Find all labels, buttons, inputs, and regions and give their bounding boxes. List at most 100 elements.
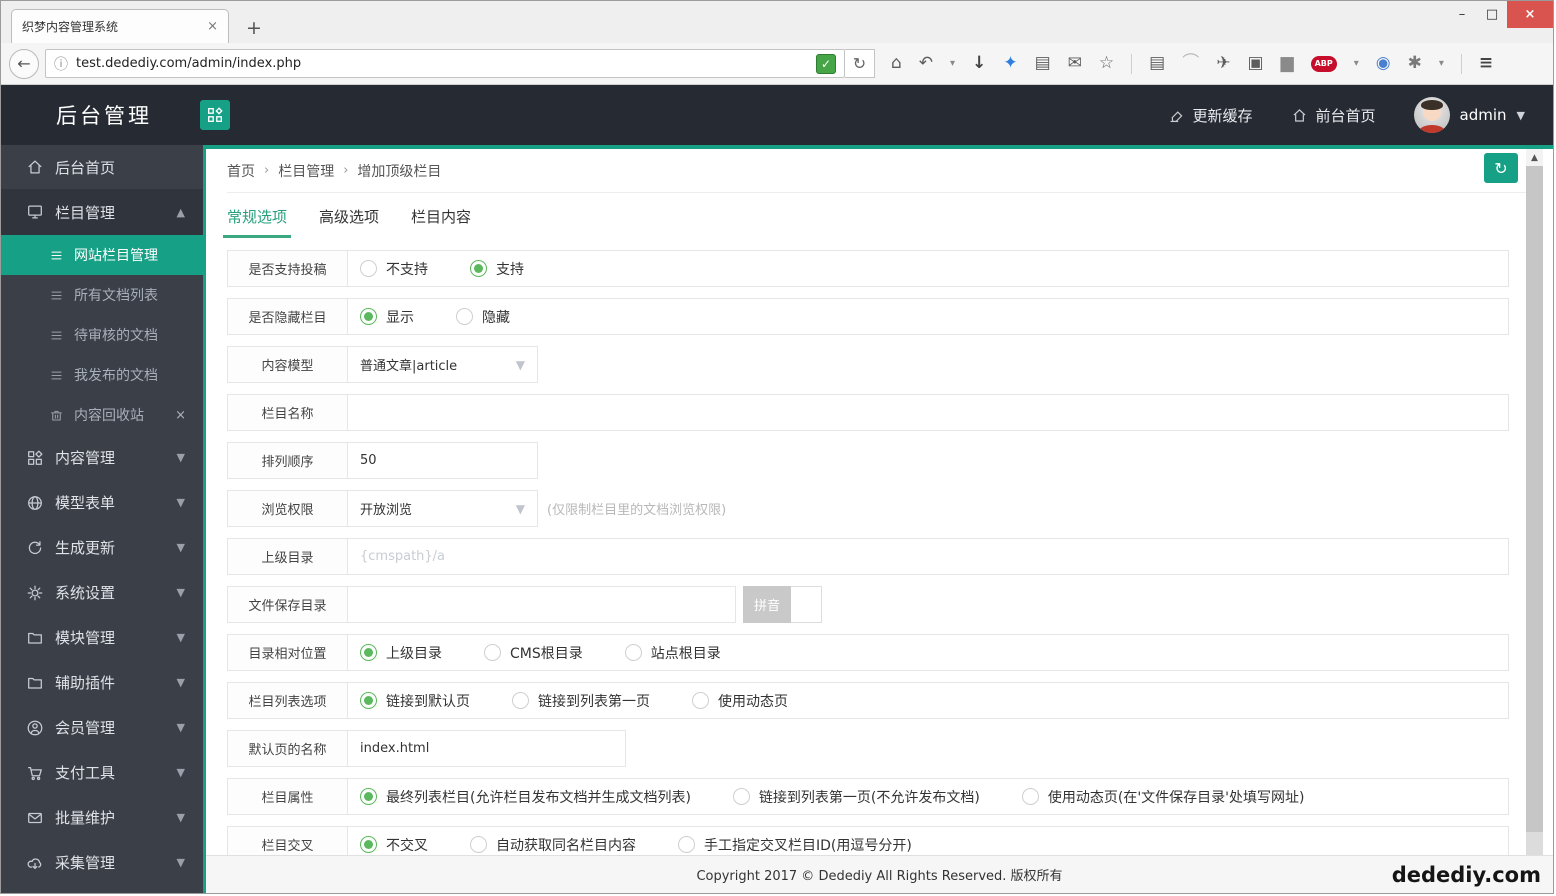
plugin-icon[interactable]: ✱ (1408, 55, 1422, 72)
radio-option[interactable]: 显示 (360, 307, 414, 327)
back-button[interactable]: ← (9, 49, 39, 79)
shield-icon[interactable]: ✓ (816, 54, 836, 74)
radio-icon[interactable] (733, 788, 750, 805)
folder-icon[interactable]: ▆ (1281, 55, 1294, 72)
overflow-caret-icon[interactable]: ▾ (1439, 59, 1444, 69)
clipboard-icon[interactable]: ▤ (1149, 55, 1165, 72)
radio-option[interactable]: 使用动态页(在'文件保存目录'处填写网址) (1022, 787, 1305, 807)
radio-option[interactable]: 链接到默认页 (360, 691, 470, 711)
front-home-button[interactable]: 前台首页 (1291, 105, 1376, 126)
tab-column-content[interactable]: 栏目内容 (411, 193, 471, 240)
select-content-model[interactable]: 普通文章|article▼ (360, 355, 525, 374)
radio-icon[interactable] (625, 644, 642, 661)
input-sort-order[interactable]: 50 (348, 443, 537, 478)
thunderbird-icon[interactable]: ✦ (1003, 55, 1017, 72)
radio-checked-icon[interactable] (470, 260, 487, 277)
select-view-permission[interactable]: 开放浏览▼ (360, 499, 525, 518)
undo-icon[interactable]: ↶ (919, 55, 933, 72)
update-cache-button[interactable]: 更新缓存 (1168, 105, 1253, 126)
sidebar-item-all-documents[interactable]: 所有文档列表 (1, 275, 203, 315)
radio-icon[interactable] (692, 692, 709, 709)
rss-icon[interactable]: ⌒ (1182, 55, 1199, 72)
radio-option[interactable]: 隐藏 (456, 307, 510, 327)
radio-option[interactable]: 链接到列表第一页 (512, 691, 650, 711)
bookmark-star-icon[interactable]: ☆ (1099, 55, 1114, 72)
radio-option[interactable]: 链接到列表第一页(不允许发布文档) (733, 787, 980, 807)
radio-checked-icon[interactable] (360, 308, 377, 325)
reader-icon[interactable]: ▤ (1035, 55, 1051, 72)
input-column-name[interactable] (348, 395, 1508, 430)
menu-icon[interactable]: ≡ (1479, 55, 1493, 72)
download-icon[interactable]: ↓ (972, 55, 986, 72)
sidebar-item-member-manage[interactable]: 会员管理▼ (1, 705, 203, 750)
scrollbar-thumb[interactable] (1526, 166, 1543, 832)
radio-icon[interactable] (484, 644, 501, 661)
mail-icon[interactable]: ✉ (1068, 55, 1082, 72)
info-icon[interactable]: ⓘ (54, 54, 68, 74)
sidebar-item-helper-plugins[interactable]: 辅助插件▼ (1, 660, 203, 705)
radio-icon[interactable] (512, 692, 529, 709)
radio-checked-icon[interactable] (360, 692, 377, 709)
breadcrumb-item[interactable]: 栏目管理 (278, 161, 334, 181)
refresh-button[interactable]: ↻ (1484, 153, 1518, 183)
radio-option[interactable]: 站点根目录 (625, 643, 721, 663)
browser-tab[interactable]: 织梦内容管理系统 × (11, 9, 229, 43)
radio-option[interactable]: 最终列表栏目(允许栏目发布文档并生成文档列表) (360, 787, 691, 807)
sidebar-item-batch-maintain[interactable]: 批量维护▼ (1, 795, 203, 840)
sidebar-item-recycle-bin[interactable]: 内容回收站× (1, 395, 203, 435)
input-save-dir[interactable] (348, 587, 735, 622)
window-icon[interactable]: ▣ (1247, 55, 1263, 72)
radio-option[interactable]: 自动获取同名栏目内容 (470, 835, 636, 855)
radio-option[interactable]: CMS根目录 (484, 643, 583, 663)
apps-grid-button[interactable] (200, 100, 230, 130)
radio-icon[interactable] (1022, 788, 1039, 805)
sidebar-item-model-form[interactable]: 模型表单▼ (1, 480, 203, 525)
maximize-button[interactable]: □ (1477, 1, 1507, 28)
adblock-caret-icon[interactable]: ▾ (1354, 59, 1359, 69)
close-button[interactable]: × (1507, 1, 1553, 28)
scrollbar[interactable]: ▲ (1526, 149, 1543, 855)
radio-option[interactable]: 手工指定交叉栏目ID(用逗号分开) (678, 835, 912, 855)
sidebar-item-payment-tools[interactable]: 支付工具▼ (1, 750, 203, 795)
radio-icon[interactable] (470, 836, 487, 853)
undo-menu-caret-icon[interactable]: ▾ (950, 59, 955, 69)
radio-checked-icon[interactable] (360, 644, 377, 661)
scrollbar-up-arrow[interactable]: ▲ (1526, 149, 1543, 166)
radio-checked-icon[interactable] (360, 836, 377, 853)
tab-general[interactable]: 常规选项 (227, 193, 287, 240)
user-menu[interactable]: admin ▼ (1414, 97, 1525, 133)
radio-icon[interactable] (360, 260, 377, 277)
home-icon[interactable]: ⌂ (891, 55, 902, 72)
sidebar-item-collect-manage[interactable]: 采集管理▼ (1, 840, 203, 885)
breadcrumb-item[interactable]: 首页 (227, 161, 255, 181)
sidebar-item-my-documents[interactable]: 我发布的文档 (1, 355, 203, 395)
radio-checked-icon[interactable] (360, 788, 377, 805)
radio-icon[interactable] (456, 308, 473, 325)
input-default-page-name[interactable]: index.html (348, 731, 625, 766)
url-bar[interactable]: ⓘ test.dedediy.com/admin/index.php ✓ (45, 49, 845, 78)
radio-option[interactable]: 使用动态页 (692, 691, 788, 711)
send-icon[interactable]: ✈ (1216, 55, 1230, 72)
radio-icon[interactable] (678, 836, 695, 853)
sidebar-item-site-column-manage[interactable]: 网站栏目管理 (1, 235, 203, 275)
sidebar-item-pending-documents[interactable]: 待审核的文档 (1, 315, 203, 355)
sidebar-item-content-manage[interactable]: 内容管理▼ (1, 435, 203, 480)
radio-option[interactable]: 不支持 (360, 259, 428, 279)
radio-option[interactable]: 支持 (470, 259, 524, 279)
radio-option[interactable]: 上级目录 (360, 643, 442, 663)
sidebar-item-system-settings[interactable]: 系统设置▼ (1, 570, 203, 615)
tab-close-icon[interactable]: × (207, 19, 218, 34)
sidebar-item-dashboard[interactable]: 后台首页 (1, 145, 203, 189)
adblock-icon[interactable]: ABP (1311, 56, 1337, 72)
sidebar-item-generate-update[interactable]: 生成更新▼ (1, 525, 203, 570)
pinyin-toggle[interactable]: 拼音 (743, 586, 822, 623)
close-icon[interactable]: × (175, 408, 186, 423)
reload-button[interactable]: ↻ (845, 49, 875, 78)
radio-option[interactable]: 不交叉 (360, 835, 428, 855)
sidebar-item-module-manage[interactable]: 模块管理▼ (1, 615, 203, 660)
new-tab-button[interactable]: + (241, 17, 267, 39)
input-parent-dir[interactable]: {cmspath}/a (348, 539, 1508, 574)
minimize-button[interactable]: – (1447, 1, 1477, 28)
sidebar-item-column-manage[interactable]: 栏目管理▲ (1, 189, 203, 235)
tab-advanced[interactable]: 高级选项 (319, 193, 379, 240)
